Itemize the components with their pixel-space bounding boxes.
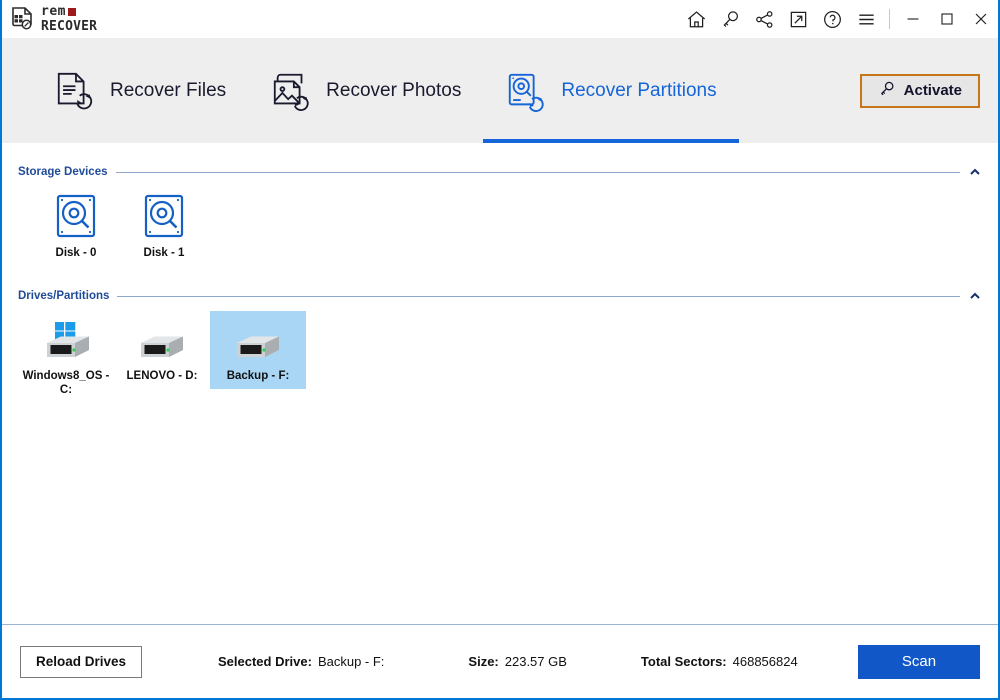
minimize-button[interactable] <box>896 0 930 38</box>
content-area: Storage Devices Disk - 0 Disk - 1 Drives… <box>2 143 998 624</box>
key-icon <box>878 80 896 102</box>
size-status: Size: 223.57 GB <box>468 654 567 669</box>
logo-text-recover: RECOVER <box>41 19 98 34</box>
storage-device-label: Disk - 0 <box>55 247 97 259</box>
logo-square-icon <box>67 7 76 16</box>
title-bar: rem RECOVER <box>2 0 998 38</box>
reload-drives-button[interactable]: Reload Drives <box>20 645 142 678</box>
tab-recover-photos[interactable]: Recover Photos <box>248 38 483 143</box>
help-icon[interactable] <box>815 0 849 38</box>
storage-devices-header: Storage Devices <box>18 165 982 179</box>
logo-wordmark: rem RECOVER <box>41 5 97 33</box>
drive-label: Backup - F: <box>226 370 290 382</box>
logo-text-remo: rem <box>41 4 66 19</box>
chevron-up-icon[interactable] <box>968 165 982 179</box>
titlebar-actions <box>679 0 998 38</box>
tab-label: Recover Files <box>110 79 227 101</box>
total-sectors-status: Total Sectors: 468856824 <box>641 654 798 669</box>
activate-label: Activate <box>903 82 962 99</box>
recover-files-icon <box>54 70 96 112</box>
total-sectors-value: 468856824 <box>732 654 798 669</box>
key-icon[interactable] <box>713 0 747 38</box>
section-divider <box>117 295 960 297</box>
storage-devices-title: Storage Devices <box>18 166 108 178</box>
drives-partitions-list: Windows8_OS - C: LENOVO - D: Backup - F: <box>18 311 982 403</box>
tab-label: Recover Partitions <box>561 79 717 101</box>
close-button[interactable] <box>964 0 998 38</box>
titlebar-divider <box>889 9 890 29</box>
home-icon[interactable] <box>679 0 713 38</box>
recover-photos-icon <box>270 70 312 112</box>
storage-devices-list: Disk - 0 Disk - 1 <box>18 187 982 264</box>
size-key: Size: <box>468 654 499 669</box>
drive-label: LENOVO - D: <box>126 370 198 382</box>
hamburger-menu-icon[interactable] <box>849 0 883 38</box>
tab-recover-files[interactable]: Recover Files <box>32 38 248 143</box>
scan-label: Scan <box>901 653 937 670</box>
selected-drive-status: Selected Drive: Backup - F: <box>218 654 384 669</box>
status-bar: Reload Drives Selected Drive: Backup - F… <box>2 624 998 698</box>
windows-drive-icon <box>37 319 95 363</box>
tab-recover-partitions[interactable]: Recover Partitions <box>483 38 739 143</box>
drives-partitions-header: Drives/Partitions <box>18 289 982 303</box>
storage-device-item[interactable]: Disk - 1 <box>120 187 208 264</box>
storage-device-label: Disk - 1 <box>143 247 185 259</box>
main-tab-bar: Recover Files Recover Photos Recover Par… <box>2 38 998 143</box>
reload-drives-label: Reload Drives <box>35 654 127 669</box>
drive-icon <box>133 319 191 363</box>
drive-item-backup-f[interactable]: Backup - F: <box>210 311 306 389</box>
selected-drive-key: Selected Drive: <box>218 654 312 669</box>
remo-logo-icon <box>10 6 36 32</box>
recover-partitions-icon <box>505 70 547 112</box>
share-icon[interactable] <box>747 0 781 38</box>
drives-partitions-title: Drives/Partitions <box>18 290 110 302</box>
drive-item-windows8-os-c[interactable]: Windows8_OS - C: <box>18 311 114 403</box>
drive-item-lenovo-d[interactable]: LENOVO - D: <box>114 311 210 389</box>
drive-icon <box>229 319 287 363</box>
drive-label: Windows8_OS - C: <box>22 370 110 396</box>
section-divider <box>115 171 960 173</box>
disk-search-icon <box>142 193 186 239</box>
external-link-icon[interactable] <box>781 0 815 38</box>
selected-drive-value: Backup - F: <box>317 654 385 669</box>
maximize-button[interactable] <box>930 0 964 38</box>
scan-button[interactable]: Scan <box>858 644 980 679</box>
app-logo: rem RECOVER <box>10 5 97 33</box>
activate-button[interactable]: Activate <box>859 73 980 108</box>
size-value: 223.57 GB <box>504 654 567 669</box>
storage-device-item[interactable]: Disk - 0 <box>32 187 120 264</box>
total-sectors-key: Total Sectors: <box>640 654 727 669</box>
tab-label: Recover Photos <box>326 79 462 101</box>
disk-search-icon <box>54 193 98 239</box>
chevron-up-icon[interactable] <box>968 289 982 303</box>
application-window: rem RECOVER Recover Files Recover Photos… <box>0 0 1000 700</box>
